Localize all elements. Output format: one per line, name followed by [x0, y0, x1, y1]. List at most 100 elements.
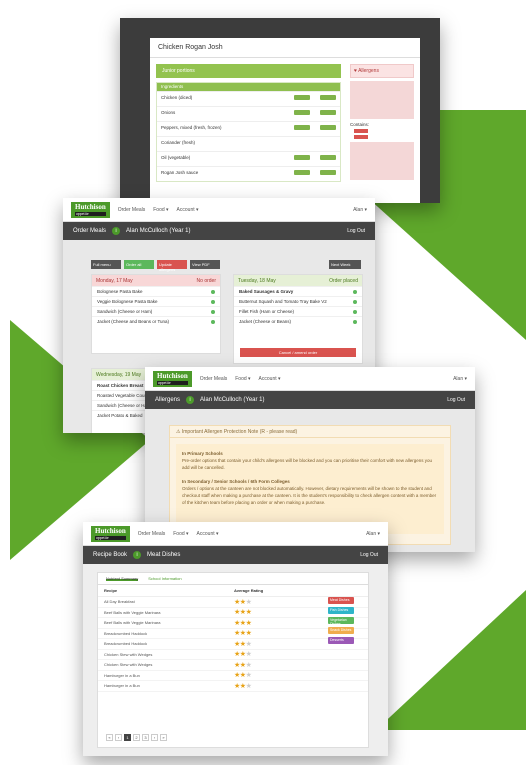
menu-item-label: Jacket (Cheese or Beans) — [239, 319, 292, 324]
menu-item[interactable]: Bolognese Pasta Bake — [92, 286, 220, 296]
ingredient-name: Chicken (diced) — [161, 95, 193, 100]
page-button[interactable]: › — [151, 734, 158, 741]
tuesday-panel: Tuesday, 18 May Order placed Baked Sausag… — [233, 274, 363, 364]
filter-button[interactable]: Meat Dishes — [328, 597, 354, 604]
table-row[interactable]: Hamburger in a Bun ★★★ — [98, 671, 368, 681]
table-row[interactable]: Chicken Stew with Wedges ★★★ — [98, 660, 368, 671]
nav-user[interactable]: Alan ▾ — [353, 207, 367, 213]
option-dot — [211, 309, 215, 314]
nav-food[interactable]: Food ▾ — [235, 376, 250, 382]
ingredient-badge — [320, 110, 336, 115]
menu-item-label: Baked Sausages & Gravy — [239, 289, 294, 294]
option-dot — [211, 299, 215, 304]
menu-item-label: Roast Chicken Breast — [97, 383, 144, 388]
nav-user[interactable]: Alan ▾ — [453, 376, 467, 382]
nav-order-meals[interactable]: Order Meals — [200, 376, 228, 382]
nav-user[interactable]: Alan ▾ — [366, 531, 380, 537]
ingredient-name: Rogan Josh sauce — [161, 170, 199, 175]
filter-button[interactable]: Desserts — [328, 637, 354, 644]
nav-account[interactable]: Account ▾ — [197, 531, 219, 537]
logout-link[interactable]: Log Out — [447, 397, 465, 403]
page-button[interactable]: » — [160, 734, 167, 741]
logout-link[interactable]: Log Out — [360, 552, 378, 558]
ingredient-badge — [294, 125, 310, 130]
ingredient-row: Onions — [157, 106, 340, 121]
logo[interactable]: Hutchison appetite — [91, 525, 130, 542]
order-all-button[interactable]: Order all — [124, 260, 154, 269]
allergens-title-text: Allergens — [358, 68, 379, 74]
page-button[interactable]: 1 — [124, 734, 131, 741]
category-filters: Meat Dishes Fish Dishes Vegetarian Dishes S… — [328, 597, 354, 647]
menu-item[interactable]: Veggie Bolognese Pasta Bake — [92, 296, 220, 306]
contains-label: Contains: — [350, 122, 370, 127]
star-rating: ★★★ — [234, 661, 252, 669]
section-name: Meat Dishes — [147, 552, 181, 558]
allergen-tag — [354, 135, 368, 139]
allergens-title: ♥ Allergens — [350, 64, 414, 78]
logo-sub: appetite — [75, 211, 106, 216]
option-dot — [353, 319, 357, 324]
nav-order-meals[interactable]: Order Meals — [118, 207, 146, 213]
menu-item[interactable]: Butternut Squash and Tomato Tray Bake V2 — [234, 296, 362, 306]
nav-account[interactable]: Account ▾ — [259, 376, 281, 382]
tab-school-information[interactable]: School Information — [148, 576, 181, 581]
tab-nutrient-summary[interactable]: Nutrient Summary — [106, 576, 139, 581]
action-buttons: Full menu Order all Update allergens Vie… — [91, 260, 220, 272]
page-button[interactable]: ‹ — [115, 734, 122, 741]
option-dot — [211, 289, 215, 294]
view-pdf-button[interactable]: View PDF — [190, 260, 220, 269]
ingredient-name: Coriander (fresh) — [161, 140, 196, 145]
logout-link[interactable]: Log Out — [347, 228, 365, 234]
page-title: Recipe Book — [93, 552, 128, 558]
menu-item[interactable]: Fillet Fish (Ham or Cheese) — [234, 306, 362, 316]
star-icon: ★ — [245, 630, 252, 638]
menu-item-label: Bolognese Pasta Bake — [97, 289, 143, 294]
portion-bar[interactable]: Junior portions — [156, 64, 341, 78]
star-rating: ★★★ — [234, 608, 252, 616]
recipe-name: Breadcrumbed Haddock — [104, 641, 148, 647]
star-icon: ★ — [245, 598, 252, 606]
nav-account[interactable]: Account ▾ — [177, 207, 199, 213]
table-row[interactable]: Hamburger in a Bun ★★★ — [98, 681, 368, 692]
page-button[interactable]: 2 — [133, 734, 140, 741]
menu-item-label: Fillet Fish (Ham or Cheese) — [239, 309, 295, 314]
filter-button[interactable]: Snack Dishes — [328, 627, 354, 634]
star-icon: ★ — [245, 661, 252, 669]
star-rating: ★★★ — [234, 640, 252, 648]
recipe-name: All Day Breakfast — [104, 599, 135, 605]
ingredient-name: Onions — [161, 110, 176, 115]
cancel-order-button[interactable]: Cancel / amend order — [240, 348, 356, 357]
nav-order-meals[interactable]: Order Meals — [138, 531, 166, 537]
menu-item-label: Jacket Potato & Baked — [97, 413, 143, 418]
nav-food[interactable]: Food ▾ — [153, 207, 168, 213]
page-button[interactable]: 3 — [142, 734, 149, 741]
next-week-button[interactable]: Next Week — [329, 260, 361, 269]
nav-food[interactable]: Food ▾ — [173, 531, 188, 537]
menu-item[interactable]: Jacket (Cheese and Beans or Tuna) — [92, 316, 220, 326]
filter-button[interactable]: Fish Dishes — [328, 607, 354, 614]
star-rating: ★★★ — [234, 619, 252, 627]
option-dot — [211, 319, 215, 324]
star-icon: ★ — [245, 672, 252, 680]
primary-text: Pre-order options that contain your chil… — [182, 458, 432, 470]
logo[interactable]: Hutchison appetite — [153, 370, 192, 387]
table-row[interactable]: Chicken Stew with Wedges ★★★ — [98, 650, 368, 660]
green-triangle-bottom — [376, 590, 526, 730]
page-button[interactable]: « — [106, 734, 113, 741]
day-label: Wednesday, 19 May — [96, 372, 142, 378]
menu-item[interactable]: Sandwich (Cheese or Ham) — [92, 306, 220, 316]
menu-item[interactable]: Jacket (Cheese or Beans) — [234, 316, 362, 326]
info-icon: i — [133, 551, 142, 559]
navbar: Hutchison appetite Order Meals Food ▾ Acc… — [63, 198, 375, 222]
day-label: Monday, 17 May — [96, 278, 133, 284]
menu-item[interactable]: Baked Sausages & Gravy — [234, 286, 362, 296]
filter-button[interactable]: Vegetarian Dishes — [328, 617, 354, 626]
full-menu-button[interactable]: Full menu — [91, 260, 121, 269]
allergens-panel: ♥ Allergens Contains: — [350, 64, 414, 183]
option-dot — [353, 309, 357, 314]
recipe-modal-screenshot: Chicken Rogan Josh Junior portions Ingre… — [120, 18, 440, 203]
logo[interactable]: Hutchison appetite — [71, 201, 110, 218]
update-allergens-button[interactable]: Update allergens — [157, 260, 187, 272]
secondary-heading: In Secondary / Senior Schools / 6th Form… — [182, 479, 290, 484]
day-label: Tuesday, 18 May — [238, 278, 276, 284]
